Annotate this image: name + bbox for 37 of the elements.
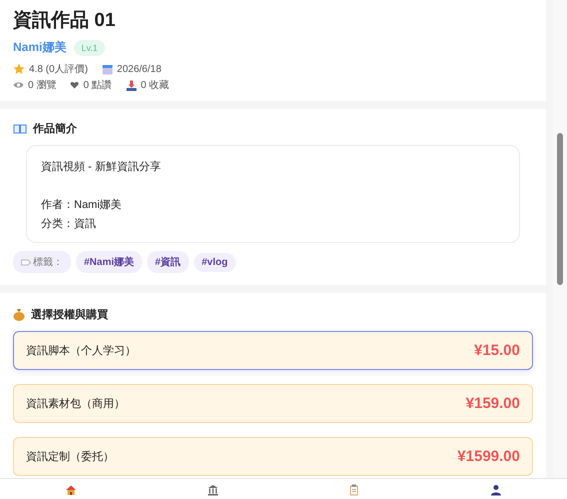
license-option[interactable]: 資訊脚本（个人学习） ¥15.00 bbox=[13, 331, 533, 370]
eye-icon bbox=[13, 81, 24, 89]
option-name: 資訊脚本（个人学习） bbox=[26, 344, 136, 358]
stat-text: 4.8 (0人評價) bbox=[29, 62, 88, 76]
section-title: 作品簡介 bbox=[33, 122, 77, 136]
option-price: ¥1599.00 bbox=[457, 448, 520, 465]
star-icon bbox=[13, 63, 25, 75]
description-text: 分类：資訊 bbox=[41, 217, 97, 232]
option-price: ¥15.00 bbox=[474, 342, 520, 359]
calendar-icon bbox=[102, 64, 113, 74]
money-bag-icon bbox=[13, 308, 25, 321]
option-name: 資訊素材包（商用） bbox=[26, 396, 125, 411]
tag-chip[interactable]: #資訊 bbox=[147, 251, 189, 273]
stat-text: 2026/6/18 bbox=[116, 64, 162, 74]
option-price: ¥159.00 bbox=[466, 395, 520, 412]
option-name: 資訊定制（委托） bbox=[26, 450, 114, 464]
license-option[interactable]: 資訊素材包（商用） ¥159.00 bbox=[13, 384, 533, 423]
tag-chip[interactable]: #Nami娜美 bbox=[76, 251, 142, 273]
work-title: 資訊作品 01 bbox=[13, 8, 116, 33]
section-title: 選擇授權與購買 bbox=[31, 308, 108, 322]
bank-icon[interactable] bbox=[206, 484, 219, 496]
inbox-icon bbox=[126, 80, 137, 90]
stat-text: 0 收藏 bbox=[140, 78, 170, 92]
heart-icon bbox=[70, 81, 80, 89]
tag-chip[interactable]: #vlog bbox=[194, 252, 236, 272]
home-icon[interactable] bbox=[64, 484, 77, 496]
stat-text: 0 瀏覽 bbox=[28, 78, 56, 92]
level-badge: Lv.1 bbox=[74, 40, 105, 56]
license-option[interactable]: 資訊定制（委托） ¥1599.00 bbox=[13, 437, 533, 476]
tag-icon bbox=[21, 258, 31, 266]
person-icon[interactable] bbox=[490, 484, 502, 496]
tags-label-text: 標籤： bbox=[33, 256, 63, 269]
clipboard-icon[interactable] bbox=[348, 484, 360, 496]
description-text: 作者：Nami娜美 bbox=[41, 198, 123, 213]
description-text: 資訊視頻 - 新鮮資訊分享 bbox=[41, 160, 162, 175]
book-icon bbox=[13, 123, 27, 134]
stat-text: 0 點讚 bbox=[83, 78, 112, 92]
